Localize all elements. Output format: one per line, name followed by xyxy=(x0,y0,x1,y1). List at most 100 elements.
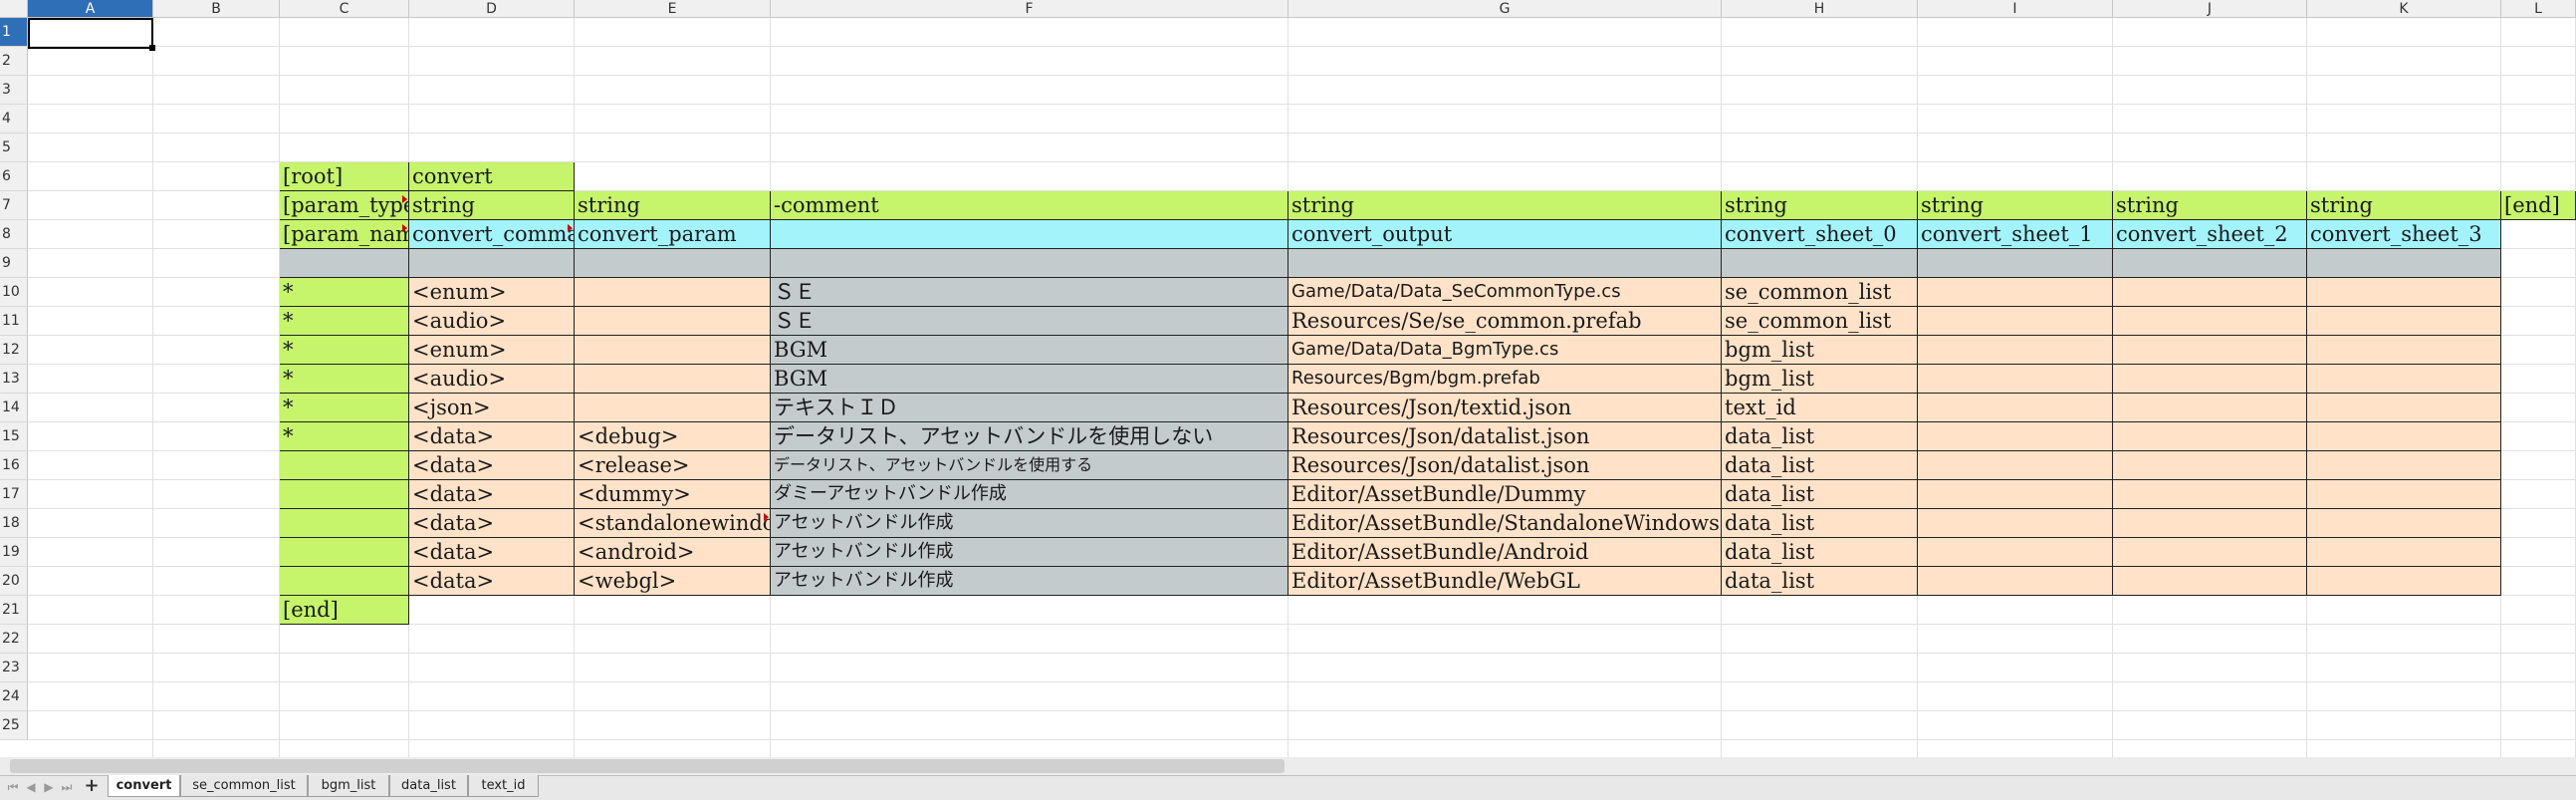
column-header-a[interactable]: A xyxy=(28,0,153,18)
cell-k19[interactable] xyxy=(2307,538,2501,567)
cell-j7[interactable]: string xyxy=(2113,191,2307,220)
cell-h15[interactable]: data_list xyxy=(1722,422,1918,451)
cell-k10[interactable] xyxy=(2307,278,2501,307)
cell-e16[interactable]: <release> xyxy=(575,451,771,480)
cell-g15[interactable]: Resources/Json/datalist.json xyxy=(1288,422,1722,451)
cell-h9[interactable] xyxy=(1722,249,1918,278)
row-header-21[interactable]: 21 xyxy=(0,596,28,625)
cell-i8[interactable]: convert_sheet_1 xyxy=(1918,220,2113,249)
cell-c12[interactable]: * xyxy=(280,336,409,365)
cell-h20[interactable]: data_list xyxy=(1722,567,1918,596)
cell-c14[interactable]: * xyxy=(280,394,409,422)
cell-h17[interactable]: data_list xyxy=(1722,480,1918,509)
cell-h8[interactable]: convert_sheet_0 xyxy=(1722,220,1918,249)
row-header-1[interactable]: 1 xyxy=(0,18,28,47)
cell-d12[interactable]: <enum> xyxy=(409,336,575,365)
cell-h10[interactable]: se_common_list xyxy=(1722,278,1918,307)
cell-c7[interactable]: [param_type] xyxy=(280,191,409,220)
cell-h14[interactable]: text_id xyxy=(1722,394,1918,422)
cell-e14[interactable] xyxy=(575,394,771,422)
cell-i16[interactable] xyxy=(1918,451,2113,480)
column-header-l[interactable]: L xyxy=(2501,0,2576,18)
cell-c15[interactable]: * xyxy=(280,422,409,451)
cell-c10[interactable]: * xyxy=(280,278,409,307)
row-header-24[interactable]: 24 xyxy=(0,682,28,711)
cell-k12[interactable] xyxy=(2307,336,2501,365)
cell-e19[interactable]: <android> xyxy=(575,538,771,567)
cell-g20[interactable]: Editor/AssetBundle/WebGL xyxy=(1288,567,1722,596)
cell-d10[interactable]: <enum> xyxy=(409,278,575,307)
cell-g8[interactable]: convert_output xyxy=(1288,220,1722,249)
cell-f8[interactable] xyxy=(771,220,1288,249)
cell-g18[interactable]: Editor/AssetBundle/StandaloneWindows xyxy=(1288,509,1722,538)
row-header-14[interactable]: 14 xyxy=(0,394,28,422)
cell-i7[interactable]: string xyxy=(1918,191,2113,220)
cell-c9[interactable] xyxy=(280,249,409,278)
cell-j10[interactable] xyxy=(2113,278,2307,307)
cell-c21[interactable]: [end] xyxy=(280,596,409,625)
cell-f19[interactable]: アセットバンドル作成 xyxy=(771,538,1288,567)
cell-h12[interactable]: bgm_list xyxy=(1722,336,1918,365)
cell-d13[interactable]: <audio> xyxy=(409,365,575,394)
cell-c17[interactable] xyxy=(280,480,409,509)
next-sheet-icon[interactable]: ▶ xyxy=(42,778,56,796)
cell-j17[interactable] xyxy=(2113,480,2307,509)
cell-j15[interactable] xyxy=(2113,422,2307,451)
cell-e17[interactable]: <dummy> xyxy=(575,480,771,509)
active-cell-a1[interactable] xyxy=(28,18,153,49)
row-header-9[interactable]: 9 xyxy=(0,249,28,278)
cell-d17[interactable]: <data> xyxy=(409,480,575,509)
cell-g7[interactable]: string xyxy=(1288,191,1722,220)
cell-e15[interactable]: <debug> xyxy=(575,422,771,451)
cell-e20[interactable]: <webgl> xyxy=(575,567,771,596)
cell-g14[interactable]: Resources/Json/textid.json xyxy=(1288,394,1722,422)
row-header-18[interactable]: 18 xyxy=(0,509,28,538)
cell-c20[interactable] xyxy=(280,567,409,596)
column-header-c[interactable]: C xyxy=(280,0,409,18)
column-header-h[interactable]: H xyxy=(1722,0,1918,18)
last-sheet-icon[interactable]: ⏭ xyxy=(60,778,74,796)
cell-f17[interactable]: ダミーアセットバンドル作成 xyxy=(771,480,1288,509)
row-header-19[interactable]: 19 xyxy=(0,538,28,567)
cell-e7[interactable]: string xyxy=(575,191,771,220)
cell-i11[interactable] xyxy=(1918,307,2113,336)
cell-d7[interactable]: string xyxy=(409,191,575,220)
cell-h11[interactable]: se_common_list xyxy=(1722,307,1918,336)
column-header-f[interactable]: F xyxy=(771,0,1288,18)
horizontal-scrollbar-thumb[interactable] xyxy=(10,759,1285,773)
select-all-corner[interactable] xyxy=(0,0,28,18)
cell-f7[interactable]: -comment xyxy=(771,191,1288,220)
cell-i13[interactable] xyxy=(1918,365,2113,394)
cell-j11[interactable] xyxy=(2113,307,2307,336)
sheet-tab-se-common-list[interactable]: se_common_list xyxy=(180,775,308,797)
row-header-5[interactable]: 5 xyxy=(0,133,28,162)
cell-k11[interactable] xyxy=(2307,307,2501,336)
cell-i14[interactable] xyxy=(1918,394,2113,422)
cell-c11[interactable]: * xyxy=(280,307,409,336)
cell-j12[interactable] xyxy=(2113,336,2307,365)
cell-f16[interactable]: データリスト、アセットバンドルを使用する xyxy=(771,451,1288,480)
cell-k20[interactable] xyxy=(2307,567,2501,596)
cell-e18[interactable]: <standalonewindows> xyxy=(575,509,771,538)
cell-e8[interactable]: convert_param xyxy=(575,220,771,249)
cell-d20[interactable]: <data> xyxy=(409,567,575,596)
cell-j9[interactable] xyxy=(2113,249,2307,278)
cell-j13[interactable] xyxy=(2113,365,2307,394)
cell-j19[interactable] xyxy=(2113,538,2307,567)
cell-i18[interactable] xyxy=(1918,509,2113,538)
cell-d11[interactable]: <audio> xyxy=(409,307,575,336)
row-header-23[interactable]: 23 xyxy=(0,654,28,682)
column-header-d[interactable]: D xyxy=(409,0,575,18)
column-header-g[interactable]: G xyxy=(1288,0,1722,18)
column-header-i[interactable]: I xyxy=(1918,0,2113,18)
cell-g11[interactable]: Resources/Se/se_common.prefab xyxy=(1288,307,1722,336)
row-header-2[interactable]: 2 xyxy=(0,47,28,76)
cell-j20[interactable] xyxy=(2113,567,2307,596)
cell-f11[interactable]: ＳＥ xyxy=(771,307,1288,336)
cell-e13[interactable] xyxy=(575,365,771,394)
cell-c6[interactable]: [root] xyxy=(280,162,409,191)
cell-j14[interactable] xyxy=(2113,394,2307,422)
cell-k16[interactable] xyxy=(2307,451,2501,480)
row-header-20[interactable]: 20 xyxy=(0,567,28,596)
cell-f15[interactable]: データリスト、アセットバンドルを使用しない xyxy=(771,422,1288,451)
